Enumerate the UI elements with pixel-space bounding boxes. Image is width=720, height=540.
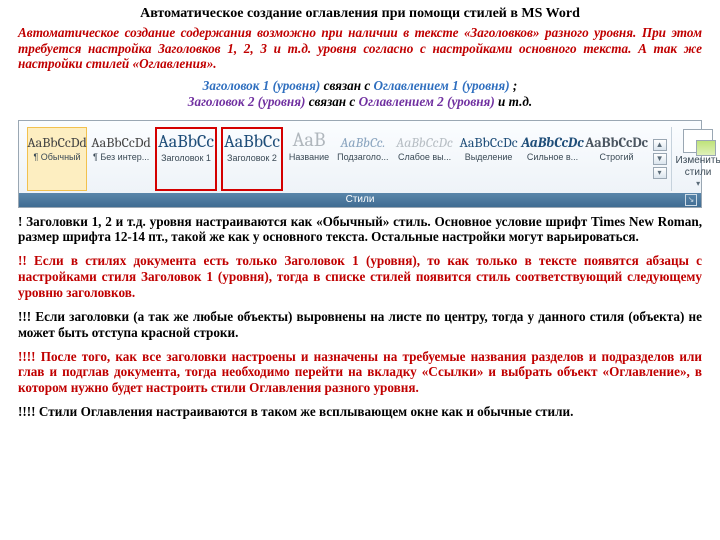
link-word: связан с xyxy=(324,78,374,93)
mapping-line-2: Заголовок 2 (уровня) связан с Оглавление… xyxy=(18,94,702,110)
style-title[interactable]: AaB Название xyxy=(287,127,331,191)
chevron-down-icon: ▾ xyxy=(676,179,720,189)
style-strict[interactable]: AaBbCcDc Строгий xyxy=(587,127,647,191)
style-name: Выделение xyxy=(461,152,517,163)
style-emphasis[interactable]: AaBbCcDc Выделение xyxy=(459,127,519,191)
style-sample: AaBbCcDc xyxy=(461,130,517,152)
style-name: Заголовок 2 xyxy=(224,153,280,164)
gallery-scroll[interactable]: ▲ ▼ ▾ xyxy=(653,127,667,191)
heading-1-label: Заголовок 1 (уровня) xyxy=(203,78,321,93)
style-sample: AaBbCcDd xyxy=(29,130,85,152)
style-subtitle[interactable]: AaBbCc. Подзаголо... xyxy=(335,127,390,191)
page-title: Автоматическое создание оглавления при п… xyxy=(18,6,702,23)
style-name: ¶ Без интер... xyxy=(93,152,149,163)
note-4: !!!! После того, как все заголовки настр… xyxy=(18,349,702,397)
style-name: Заголовок 1 xyxy=(158,153,214,164)
style-name: Строгий xyxy=(589,152,645,163)
style-sample: AaBbCcDd xyxy=(93,130,149,152)
ribbon-group-label: Стили ↘ xyxy=(19,193,701,207)
toc-2-label: Оглавлением 2 (уровня) xyxy=(359,94,495,109)
style-name: ¶ Обычный xyxy=(29,152,85,163)
style-sample: AaBbCc. xyxy=(337,130,388,152)
change-styles-label: Изменить стили xyxy=(676,155,720,179)
style-sample: AaBbCcDc xyxy=(397,130,453,152)
style-sample: AaBbCc xyxy=(158,131,214,153)
toc-1-label: Оглавлением 1 (уровня) xyxy=(373,78,509,93)
style-strong[interactable]: AaBbCcDc Сильное в... xyxy=(523,127,583,191)
mapping-line-1: Заголовок 1 (уровня) связан с Оглавление… xyxy=(18,78,702,94)
style-weak-emphasis[interactable]: AaBbCcDc Слабое вы... xyxy=(395,127,455,191)
scroll-up-icon[interactable]: ▲ xyxy=(653,139,667,151)
styles-gallery: AaBbCcDd ¶ Обычный AaBbCcDd ¶ Без интер.… xyxy=(19,121,701,193)
style-name: Подзаголо... xyxy=(337,152,388,163)
style-normal[interactable]: AaBbCcDd ¶ Обычный xyxy=(27,127,87,191)
style-heading-1[interactable]: AaBbCc Заголовок 1 xyxy=(155,127,217,191)
note-2: !! Если в стилях документа есть только З… xyxy=(18,253,702,301)
change-styles-icon xyxy=(683,129,713,153)
heading-2-label: Заголовок 2 (уровня) xyxy=(188,94,306,109)
group-name: Стили xyxy=(346,194,375,205)
style-name: Сильное в... xyxy=(525,152,581,163)
note-1: ! Заголовки 1, 2 и т.д. уровня настраива… xyxy=(18,214,702,246)
style-name: Название xyxy=(289,152,329,163)
style-sample: AaBbCc xyxy=(224,131,280,153)
style-sample: AaBbCcDc xyxy=(589,130,645,152)
scroll-more-icon[interactable]: ▾ xyxy=(653,167,667,179)
punct: ; xyxy=(513,78,517,93)
link-word: связан с xyxy=(309,94,359,109)
punct: и т.д. xyxy=(498,94,532,109)
intro-paragraph: Автоматическое создание содержания возмо… xyxy=(18,25,702,73)
dialog-launcher-icon[interactable]: ↘ xyxy=(685,194,697,206)
style-heading-2[interactable]: AaBbCc Заголовок 2 xyxy=(221,127,283,191)
style-name: Слабое вы... xyxy=(397,152,453,163)
note-3: !!! Если заголовки (а так же любые объек… xyxy=(18,309,702,341)
style-no-spacing[interactable]: AaBbCcDd ¶ Без интер... xyxy=(91,127,151,191)
style-sample: AaBbCcDc xyxy=(525,130,581,152)
word-styles-ribbon: AaBbCcDd ¶ Обычный AaBbCcDd ¶ Без интер.… xyxy=(18,120,702,208)
scroll-down-icon[interactable]: ▼ xyxy=(653,153,667,165)
note-5: !!!! Стили Оглавления настраиваются в та… xyxy=(18,404,702,420)
change-styles-button[interactable]: Изменить стили ▾ xyxy=(671,127,720,191)
style-sample: AaB xyxy=(289,130,329,152)
